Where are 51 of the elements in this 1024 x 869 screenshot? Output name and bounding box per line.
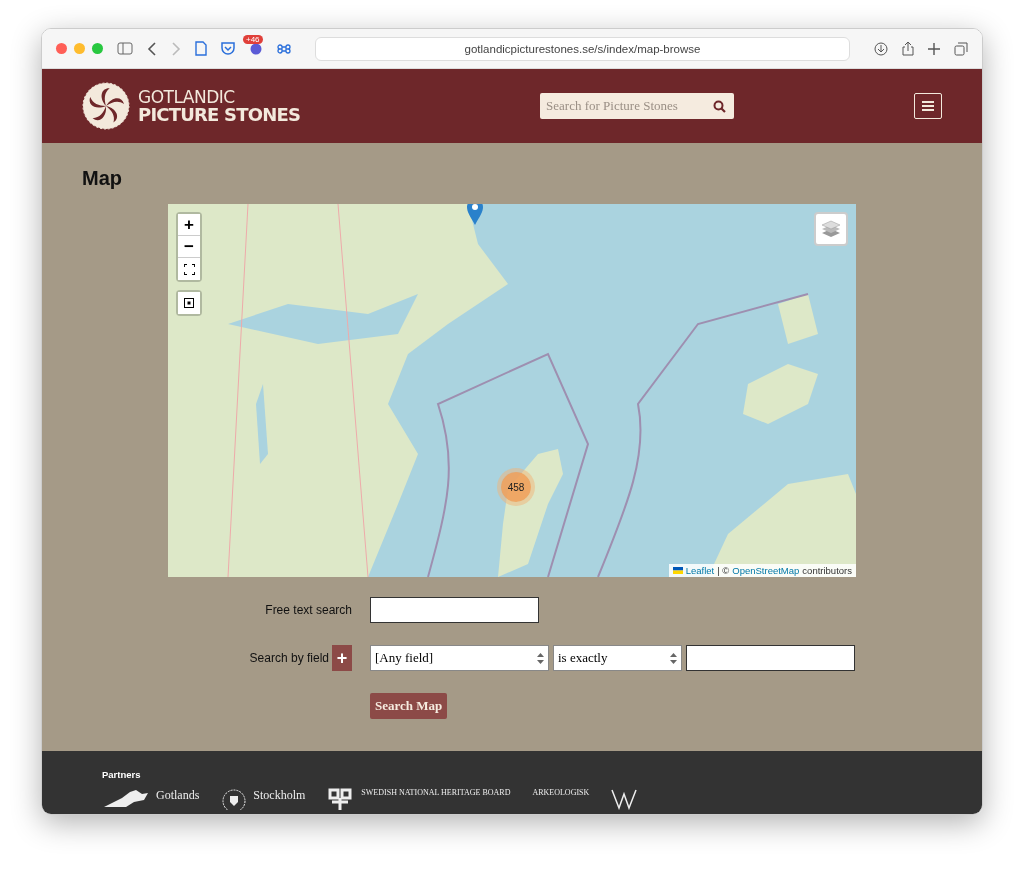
partner-name: Stockholm — [253, 788, 306, 803]
address-bar[interactable]: gotlandicpicturestones.se/s/index/map-browse — [315, 36, 850, 61]
openstreetmap-link[interactable]: OpenStreetMap — [732, 565, 800, 576]
select-arrows-icon — [670, 652, 677, 664]
partner-name: SWEDISH NATIONAL HERITAGE BOARD — [361, 788, 511, 797]
monogram-logo-icon — [611, 788, 638, 810]
page-icon[interactable] — [195, 41, 207, 56]
search-icon[interactable] — [713, 100, 727, 113]
map[interactable]: + − 458 Leaflet | © OpenStreetMap contributors — [168, 204, 856, 577]
sidebar-icon[interactable] — [117, 42, 133, 55]
back-icon[interactable] — [147, 41, 157, 56]
footer-heading: Partners — [102, 769, 142, 780]
new-tab-icon[interactable] — [928, 42, 940, 55]
menu-button[interactable] — [914, 93, 942, 119]
free-text-input[interactable] — [370, 597, 539, 623]
partner-name: ARKEOLOGISK — [532, 788, 590, 797]
seal-logo-icon — [221, 788, 248, 810]
notification-badge: +46 — [243, 34, 263, 44]
map-marker-icon — [466, 204, 484, 226]
page-title: Map — [82, 167, 123, 190]
field-label: Search by field — [249, 651, 329, 665]
layers-icon — [821, 220, 841, 238]
add-field-button[interactable]: + — [332, 645, 352, 671]
operator-select[interactable]: is exactly — [553, 645, 682, 671]
flag-icon — [672, 567, 683, 574]
leaflet-link[interactable]: Leaflet — [685, 565, 715, 576]
layers-button[interactable] — [814, 212, 848, 246]
cluster-marker[interactable]: 458 — [501, 472, 531, 502]
locate-button[interactable] — [178, 292, 200, 314]
pocket-icon[interactable] — [221, 42, 235, 55]
partner-name: Gotlands — [156, 788, 200, 803]
search-map-button[interactable]: Search Map — [370, 693, 448, 719]
tabs-icon[interactable] — [954, 41, 968, 56]
spiral-logo-icon — [82, 82, 130, 130]
command-icon[interactable] — [277, 41, 291, 56]
zoom-in-button[interactable]: + — [178, 214, 200, 236]
field-select[interactable]: [Any field] — [370, 645, 549, 671]
attribution-text: contributors — [802, 565, 852, 576]
field-label: Free text search — [265, 603, 352, 617]
locate-icon — [184, 298, 194, 308]
attribution-text: | © — [717, 565, 730, 576]
download-icon[interactable] — [874, 41, 888, 56]
field-value-input[interactable] — [686, 645, 855, 671]
share-icon[interactable] — [902, 41, 914, 56]
window-controls-icon — [56, 43, 103, 54]
menu-icon — [922, 101, 934, 111]
logo-text: PICTURE STONES — [138, 105, 301, 124]
fullscreen-icon — [183, 263, 195, 275]
select-arrows-icon — [537, 652, 544, 664]
logo-text: GOTLANDIC — [138, 88, 236, 106]
search-field[interactable]: Search for Picture Stones — [540, 93, 735, 119]
